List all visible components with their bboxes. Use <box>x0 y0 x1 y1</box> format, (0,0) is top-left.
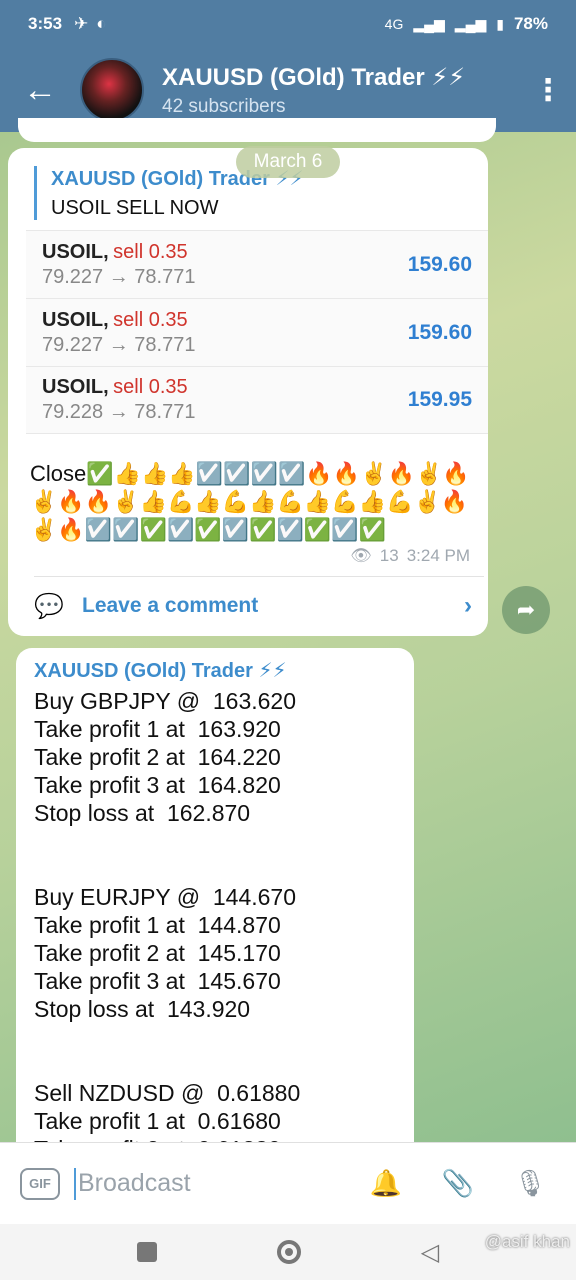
reply-text: USOIL SELL NOW <box>51 197 219 219</box>
battery-icon: ▮ <box>496 15 504 32</box>
chevron-right-icon: › <box>464 592 472 619</box>
eye-icon: 👁 <box>350 546 372 565</box>
recents-button[interactable] <box>136 1242 157 1262</box>
message-bubble[interactable]: XAUUSD (GOld) Trader ⚡⚡ USOIL SELL NOW U… <box>8 148 488 636</box>
comment-label: Leave a comment <box>82 594 259 617</box>
telegram-icon: ✈ <box>74 14 89 33</box>
back-button[interactable]: ◁ <box>421 1238 439 1267</box>
signal-line: Stop loss at 162.870 <box>34 800 251 826</box>
signal-line: Take profit 2 at 164.220 <box>34 744 281 770</box>
text-caret <box>74 1167 76 1200</box>
home-button[interactable] <box>276 1240 301 1264</box>
network-label: 4G <box>384 16 404 32</box>
previous-message-bubble <box>18 118 496 142</box>
channel-avatar[interactable] <box>80 58 144 122</box>
trade-side: sell 0.35 <box>113 240 188 263</box>
microphone-icon[interactable]: 🎙 <box>504 1168 556 1199</box>
subscriber-count: 42 subscribers <box>162 95 286 117</box>
signal-line: Take profit 3 at 145.670 <box>34 968 281 994</box>
message-input-bar: GIF Broadcast 🔔 📎 🎙 <box>0 1142 576 1224</box>
signal-line: Sell NZDUSD @ 0.61880 <box>34 1080 301 1106</box>
trade-range: 79.227 → 78.771 <box>42 333 196 356</box>
trade-profit: 159.60 <box>407 252 472 276</box>
signal-line: Take profit 1 at 0.61680 <box>34 1108 281 1134</box>
trade-symbol: USOIL, <box>42 308 109 331</box>
status-time: 3:53 <box>28 14 63 33</box>
trade-range: 79.227 → 78.771 <box>42 265 196 288</box>
more-options-icon[interactable]: ⋮ <box>520 73 576 108</box>
message-text: Close✅👍👍👍☑️☑️☑️☑️🔥🔥✌️🔥✌️🔥✌️🔥🔥✌️👍💪👍💪👍💪👍💪👍… <box>30 461 470 542</box>
date-pill: March 6 <box>236 146 340 178</box>
forward-icon[interactable]: ➦ <box>502 586 550 634</box>
signal-line: Buy GBPJPY @ 163.620 <box>34 688 297 714</box>
trade-row: USOIL, sell 0.35 79.227 → 78.771 159.60 <box>26 298 488 366</box>
channel-title: XAUUSD (GOld) Trader ⚡⚡ <box>162 63 466 91</box>
signal-line: Take profit 3 at 164.820 <box>34 772 281 798</box>
trade-side: sell 0.35 <box>113 376 188 398</box>
dnd-icon: ◐ <box>96 14 107 33</box>
trade-row: USOIL, sell 0.35 79.228 → 78.771 159.95 <box>26 366 488 434</box>
watermark: @asif khan <box>484 1232 570 1251</box>
paperclip-icon[interactable]: 📎 <box>432 1168 484 1199</box>
signal-line: Stop loss at 143.920 <box>34 996 251 1022</box>
broadcast-input[interactable]: Broadcast <box>78 1169 340 1198</box>
message-meta: 👁 13 3:24 PM <box>350 546 470 566</box>
signal-icon-2: ▂▄▆ <box>454 15 487 32</box>
channel-info[interactable]: XAUUSD (GOld) Trader ⚡⚡ 42 subscribers <box>162 63 520 118</box>
trade-range: 79.228 → 78.771 <box>42 401 196 423</box>
trade-profit: 159.95 <box>407 388 472 411</box>
message-time: 3:24 PM <box>406 546 470 565</box>
signal-icon: ▂▄▆ <box>413 15 445 32</box>
signal-block: Buy EURJPY @ 144.670 Take profit 1 at 14… <box>34 883 396 1023</box>
trade-profit: 159.60 <box>407 320 472 344</box>
battery-percent: 78% <box>513 14 548 33</box>
trade-list: USOIL, sell 0.35 79.227 → 78.771 159.60 … <box>26 230 488 434</box>
message-author: XAUUSD (GOld) Trader ⚡⚡ <box>34 660 287 682</box>
trade-symbol: USOIL, <box>42 240 109 263</box>
trade-row: USOIL, sell 0.35 79.227 → 78.771 159.60 <box>26 230 488 298</box>
bell-icon[interactable]: 🔔 <box>360 1168 412 1199</box>
status-bar: 3:53 ✈ ◐ 4G ▂▄▆ ▂▄▆ ▮ 78% <box>0 0 576 48</box>
leave-comment-button[interactable]: 💬 Leave a comment › <box>34 584 472 628</box>
view-count: 13 <box>379 546 399 565</box>
trade-side: sell 0.35 <box>113 308 188 331</box>
signal-block: Buy GBPJPY @ 163.620 Take profit 1 at 16… <box>34 687 396 827</box>
signal-line: Buy EURJPY @ 144.670 <box>34 884 297 910</box>
signal-line: Take profit 1 at 163.920 <box>34 716 281 742</box>
comment-bubble-icon: 💬 <box>34 592 64 620</box>
divider <box>34 576 484 577</box>
gif-button[interactable]: GIF <box>20 1167 60 1200</box>
trade-symbol: USOIL, <box>42 376 109 398</box>
message-bubble[interactable]: XAUUSD (GOld) Trader ⚡⚡ Buy GBPJPY @ 163… <box>16 648 414 1168</box>
signal-line: Take profit 1 at 144.870 <box>34 912 281 938</box>
signal-line: Take profit 2 at 145.170 <box>34 940 281 966</box>
